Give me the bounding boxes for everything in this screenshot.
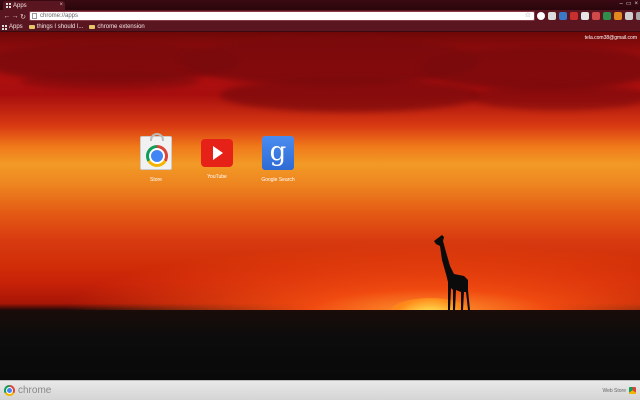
cloud bbox=[20, 72, 200, 90]
folder-icon bbox=[28, 25, 35, 29]
app-label: YouTube bbox=[207, 174, 227, 180]
bookmark-label: Apps bbox=[9, 24, 23, 30]
extension-icon[interactable] bbox=[625, 12, 633, 20]
cloud bbox=[420, 46, 640, 90]
new-tab-apps-page: tela.com38@gmail.com Store YouTube g Goo… bbox=[0, 32, 640, 380]
youtube-icon[interactable] bbox=[201, 139, 233, 167]
extension-icon[interactable] bbox=[548, 12, 556, 20]
extension-icon[interactable] bbox=[537, 12, 545, 20]
app-grid: Store YouTube g Google Search bbox=[140, 133, 295, 183]
horizon-glow bbox=[0, 232, 640, 312]
chrome-web-store-icon[interactable] bbox=[140, 133, 172, 170]
bookmark-label: chrome extension bbox=[97, 24, 145, 30]
close-window-icon[interactable]: × bbox=[634, 1, 638, 8]
bottom-bar: chrome Web Store bbox=[0, 380, 640, 400]
reload-button[interactable]: ↻ bbox=[19, 13, 27, 21]
web-store-label: Web Store bbox=[602, 387, 626, 394]
extension-icon[interactable] bbox=[603, 12, 611, 20]
maximize-icon[interactable]: ▭ bbox=[626, 1, 632, 8]
chrome-brand: chrome bbox=[4, 385, 51, 396]
apps-grid-icon bbox=[2, 24, 7, 30]
page-icon bbox=[32, 13, 37, 19]
brand-text: chrome bbox=[18, 385, 52, 396]
bookmark-label: things I should l... bbox=[36, 24, 84, 30]
account-email[interactable]: tela.com38@gmail.com bbox=[585, 35, 637, 41]
app-youtube[interactable]: YouTube bbox=[201, 136, 233, 183]
cloud bbox=[220, 78, 480, 112]
extension-icon[interactable] bbox=[592, 12, 600, 20]
address-text: chrome://apps bbox=[40, 13, 79, 19]
chrome-logo-icon bbox=[4, 385, 15, 396]
cloud bbox=[470, 84, 640, 110]
app-label: Store bbox=[150, 177, 162, 183]
tab-title: Apps bbox=[13, 2, 27, 9]
extension-icon[interactable] bbox=[559, 12, 567, 20]
web-store-link[interactable]: Web Store bbox=[602, 387, 636, 394]
bookmark-folder[interactable]: things I should l... bbox=[28, 24, 84, 30]
tab-close-icon[interactable]: × bbox=[59, 2, 63, 8]
extension-icons bbox=[537, 12, 640, 20]
menu-icon[interactable] bbox=[636, 12, 640, 20]
bookmark-apps[interactable]: Apps bbox=[2, 24, 23, 30]
app-google-search[interactable]: g Google Search bbox=[261, 136, 295, 183]
folder-icon bbox=[89, 25, 96, 29]
forward-button[interactable]: → bbox=[11, 13, 19, 20]
tab-strip: Apps × – ▭ × bbox=[0, 0, 640, 10]
extension-icon[interactable] bbox=[581, 12, 589, 20]
bookmark-folder[interactable]: chrome extension bbox=[89, 24, 145, 30]
toolbar: ← → ↻ chrome://apps ☆ bbox=[0, 10, 640, 23]
app-label: Google Search bbox=[261, 177, 295, 183]
address-bar[interactable]: chrome://apps ☆ bbox=[29, 11, 535, 21]
bookmark-star-icon[interactable]: ☆ bbox=[525, 12, 531, 20]
apps-grid-icon bbox=[6, 3, 11, 8]
window-controls: – ▭ × bbox=[619, 1, 638, 8]
extension-icon[interactable] bbox=[614, 12, 622, 20]
minimize-icon[interactable]: – bbox=[619, 1, 622, 8]
extension-icon[interactable] bbox=[570, 12, 578, 20]
back-button[interactable]: ← bbox=[3, 13, 11, 20]
giraffe-silhouette bbox=[434, 235, 470, 310]
web-store-icon bbox=[629, 387, 636, 394]
app-store[interactable]: Store bbox=[140, 133, 172, 183]
bookmarks-bar: Apps things I should l... chrome extensi… bbox=[0, 23, 640, 32]
ground bbox=[0, 310, 640, 380]
tab-apps[interactable]: Apps × bbox=[3, 1, 65, 10]
google-search-icon[interactable]: g bbox=[262, 136, 294, 170]
